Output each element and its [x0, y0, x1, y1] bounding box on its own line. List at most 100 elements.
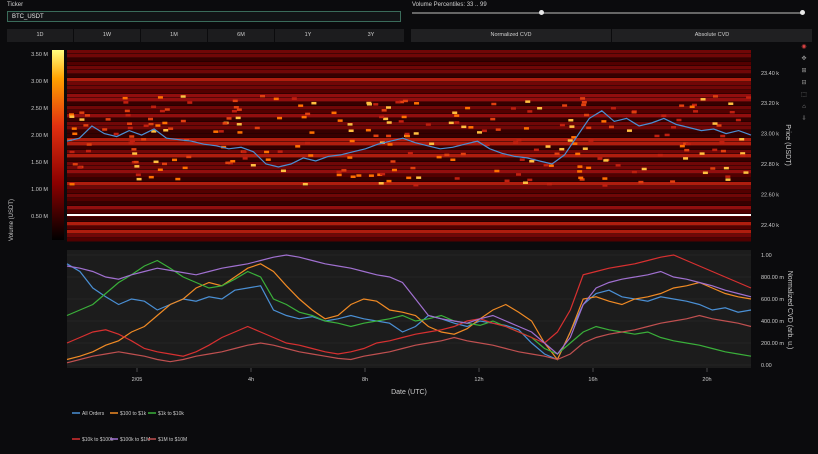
- legend-item[interactable]: $1k to $10k: [158, 411, 184, 417]
- heatmap-cell: [728, 102, 734, 105]
- cvd-tick: 1.00: [761, 253, 772, 259]
- heatmap-cell: [414, 102, 420, 105]
- heatmap-cell: [712, 122, 718, 125]
- legend-item[interactable]: $100k to $1M: [120, 437, 150, 443]
- heatmap-cell: [77, 166, 83, 169]
- heatmap-cell: [69, 150, 75, 154]
- heatmap-cell: [679, 104, 685, 107]
- heatmap-row: [67, 206, 751, 210]
- heatmap-cell: [378, 182, 384, 185]
- heatmap-cell: [113, 132, 119, 136]
- heatmap-cell: [510, 107, 516, 110]
- heatmap-cell: [72, 132, 78, 136]
- heatmap-cell: [516, 173, 522, 176]
- price-tick: 22.40 k: [761, 223, 779, 229]
- heatmap-cell: [700, 98, 706, 101]
- heatmap-row: [67, 170, 751, 174]
- heatmap-cell: [186, 155, 192, 159]
- heatmap-cell: [407, 151, 413, 155]
- heatmap-cell: [386, 134, 392, 138]
- heatmap-cell: [450, 158, 456, 162]
- heatmap-cell: [143, 124, 149, 128]
- heatmap-cell: [710, 167, 716, 170]
- heatmap-cell: [153, 160, 159, 164]
- heatmap-cell: [577, 170, 583, 173]
- heatmap-cell: [559, 147, 565, 151]
- heatmap-cell: [231, 109, 237, 113]
- heatmap-cell: [559, 123, 565, 127]
- heatmap-row: [67, 70, 751, 74]
- price-tick: 22.80 k: [761, 162, 779, 168]
- heatmap-cell: [180, 119, 186, 123]
- chart-area[interactable]: Volume (USDT) 3.50 M 3.00 M 2.50 M 2.00 M 1.…: [0, 0, 818, 454]
- colorbar-tick: 3.50 M: [31, 52, 48, 58]
- heatmap-cell: [584, 113, 590, 117]
- heatmap-cell: [519, 158, 525, 161]
- heatmap-cell: [490, 117, 496, 121]
- heatmap-cell: [291, 97, 297, 100]
- heatmap-cell: [577, 165, 583, 168]
- heatmap-cell: [159, 109, 165, 113]
- heatmap-cell: [391, 168, 397, 172]
- heatmap-cell: [522, 181, 528, 184]
- cvd-tick: 0.00: [761, 363, 772, 369]
- heatmap-row: [67, 190, 751, 194]
- heatmap-cell: [671, 126, 677, 129]
- heatmap-cell: [729, 110, 735, 114]
- heatmap-row: [67, 238, 751, 242]
- heatmap-cell: [693, 110, 699, 113]
- heatmap-cell: [460, 152, 466, 156]
- legend-item[interactable]: $1M to $10M: [158, 437, 187, 443]
- heatmap-row: [67, 142, 751, 146]
- heatmap-row: [67, 146, 751, 150]
- heatmap-row: [67, 62, 751, 66]
- heatmap-cell: [413, 132, 419, 135]
- heatmap-cell: [264, 150, 270, 154]
- legend-item[interactable]: All Orders: [82, 411, 105, 417]
- colorbar-tick: 2.00 M: [31, 133, 48, 139]
- heatmap-cell: [148, 117, 154, 121]
- heatmap-cell: [602, 177, 608, 180]
- heatmap-cell: [105, 118, 111, 121]
- heatmap-cell: [386, 121, 392, 124]
- heatmap-cell: [588, 139, 594, 142]
- heatmap-cell: [454, 121, 460, 124]
- legend-item[interactable]: $10k to $100k: [82, 437, 114, 443]
- heatmap-cell: [468, 126, 474, 129]
- heatmap-cell: [608, 125, 614, 129]
- heatmap-cell: [236, 108, 242, 111]
- heatmap-cell: [684, 148, 690, 152]
- heatmap-cell: [132, 152, 138, 155]
- heatmap-cell: [347, 156, 353, 159]
- heatmap-row: [67, 54, 751, 58]
- colorbar-tick: 1.00 M: [31, 187, 48, 193]
- heatmap-cell: [670, 180, 676, 183]
- heatmap-cell: [127, 122, 133, 125]
- heatmap-cell: [373, 134, 379, 138]
- heatmap-row: [67, 230, 751, 234]
- heatmap-cell: [250, 163, 256, 167]
- heatmap-cell: [309, 131, 315, 134]
- heatmap-cell: [385, 106, 391, 109]
- heatmap-cell: [236, 123, 242, 126]
- heatmap-row: [67, 86, 751, 90]
- heatmap-cell: [525, 100, 531, 103]
- heatmap-cell: [610, 107, 616, 110]
- heatmap-cell: [86, 143, 92, 146]
- heatmap-cell: [136, 177, 142, 181]
- heatmap-cell: [129, 135, 135, 138]
- heatmap-cell: [102, 128, 108, 131]
- heatmap-row: [67, 90, 751, 94]
- heatmap-cell: [580, 97, 586, 100]
- heatmap-cell: [578, 176, 584, 180]
- price-tick: 23.40 k: [761, 71, 779, 77]
- heatmap-cell: [232, 99, 238, 103]
- heatmap-cell: [123, 101, 129, 104]
- heatmap-cell: [83, 124, 89, 127]
- heatmap-cell: [404, 134, 410, 138]
- heatmap-cell: [141, 138, 147, 141]
- x-tick: 2/05: [132, 377, 143, 383]
- heatmap-cell: [182, 166, 188, 170]
- heatmap-cell: [128, 141, 134, 145]
- legend-item[interactable]: $100 to $1k: [120, 411, 147, 417]
